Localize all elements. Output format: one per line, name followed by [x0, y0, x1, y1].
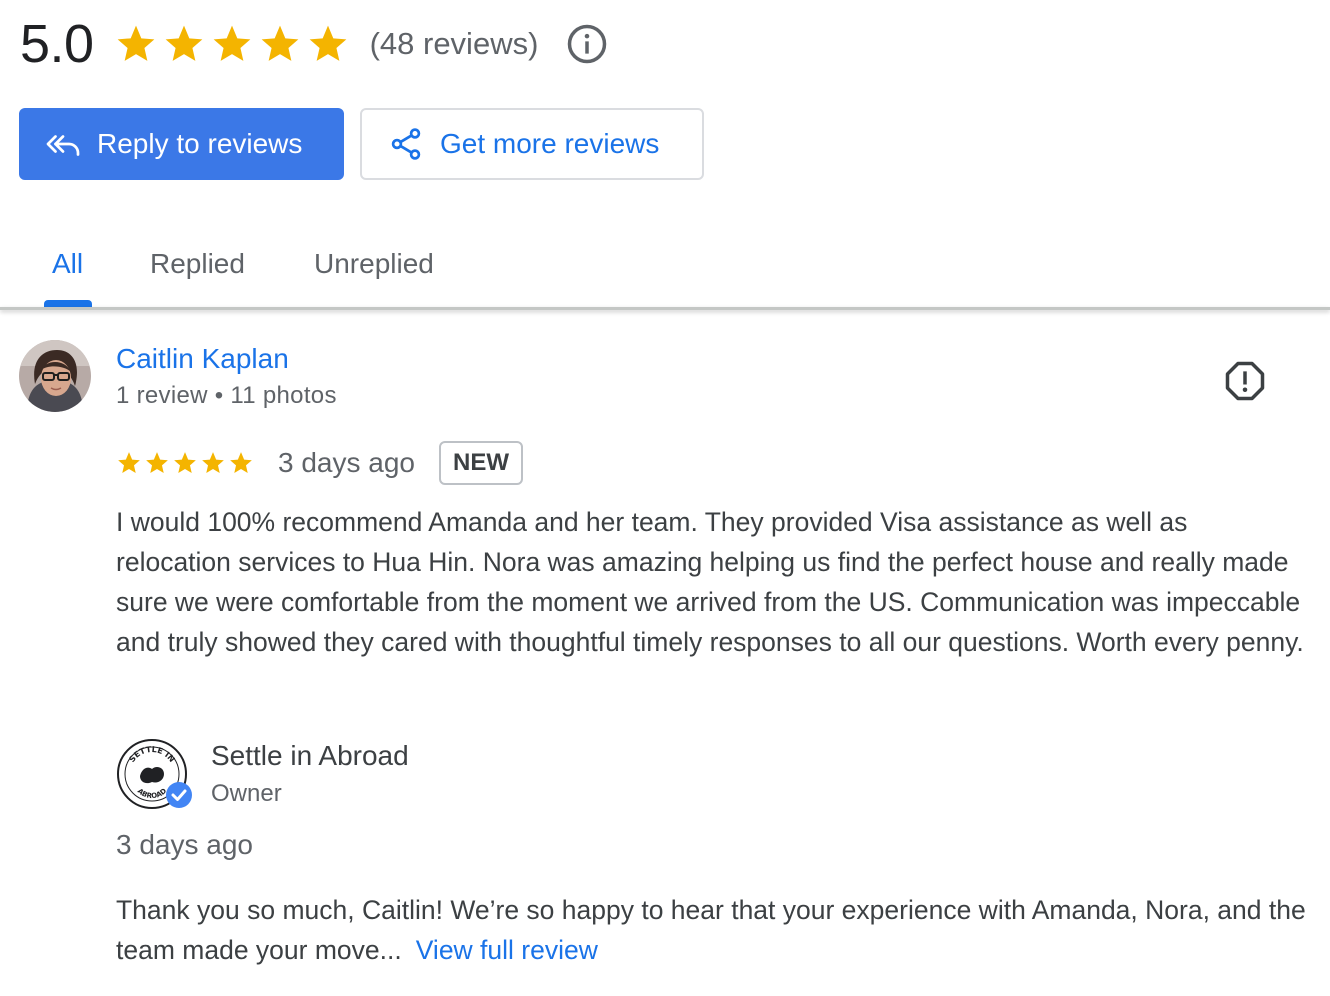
- share-icon: [391, 128, 421, 160]
- rating-summary: 5.0 (48 reviews): [20, 12, 608, 76]
- verified-badge-icon: [166, 782, 192, 808]
- star-icon: [146, 452, 168, 473]
- owner-logo: SETTLE IN ABROAD: [116, 738, 196, 812]
- report-icon[interactable]: [1224, 360, 1266, 402]
- rating-stars: [114, 22, 350, 66]
- review-stars: [116, 450, 254, 476]
- reviewer-meta: 1 review • 11 photos: [116, 382, 337, 409]
- star-icon: [213, 25, 250, 61]
- review-info: 3 days ago NEW: [116, 440, 523, 486]
- info-icon[interactable]: [566, 23, 608, 65]
- reply-text: Thank you so much, Caitlin! We’re so hap…: [116, 890, 1316, 970]
- star-icon: [230, 452, 252, 473]
- action-buttons: Reply to reviews Get more reviews: [19, 108, 704, 180]
- get-more-reviews-label: Get more reviews: [440, 128, 660, 159]
- review-count: (48 reviews): [369, 26, 539, 61]
- reply-to-reviews-label: Reply to reviews: [97, 128, 303, 159]
- reply-date: 3 days ago: [116, 829, 253, 860]
- average-rating: 5.0: [20, 14, 94, 74]
- get-more-reviews-button[interactable]: Get more reviews: [360, 108, 704, 180]
- reviews-page: 5.0 (48 reviews) Reply to reviews Get mo…: [0, 0, 1330, 996]
- star-icon: [202, 452, 224, 473]
- star-icon: [174, 452, 196, 473]
- reply-all-icon: [46, 135, 80, 156]
- review-filter-tabs: All Replied Unreplied: [0, 220, 1330, 310]
- star-icon: [118, 452, 140, 473]
- star-icon: [117, 25, 154, 61]
- reviewer-photo: [19, 340, 91, 412]
- owner-role: Owner: [211, 780, 282, 807]
- new-badge: NEW: [439, 441, 523, 485]
- review-text: I would 100% recommend Amanda and her te…: [116, 507, 1304, 657]
- star-icon: [165, 25, 202, 61]
- star-icon: [309, 25, 346, 61]
- reply-snippet: Thank you so much, Caitlin! We’re so hap…: [116, 895, 1306, 965]
- avatar[interactable]: [19, 340, 91, 412]
- reviewer-name[interactable]: Caitlin Kaplan: [116, 343, 289, 375]
- owner-name: Settle in Abroad: [211, 740, 409, 771]
- reply-to-reviews-button[interactable]: Reply to reviews: [19, 108, 344, 180]
- review-date: 3 days ago: [278, 447, 415, 478]
- view-full-review-link[interactable]: View full review: [416, 935, 598, 965]
- tabs-divider: [0, 307, 1330, 310]
- tab-unreplied[interactable]: Unreplied: [314, 220, 434, 308]
- star-icon: [261, 25, 298, 61]
- tab-all[interactable]: All: [52, 220, 83, 308]
- tab-replied[interactable]: Replied: [150, 220, 245, 308]
